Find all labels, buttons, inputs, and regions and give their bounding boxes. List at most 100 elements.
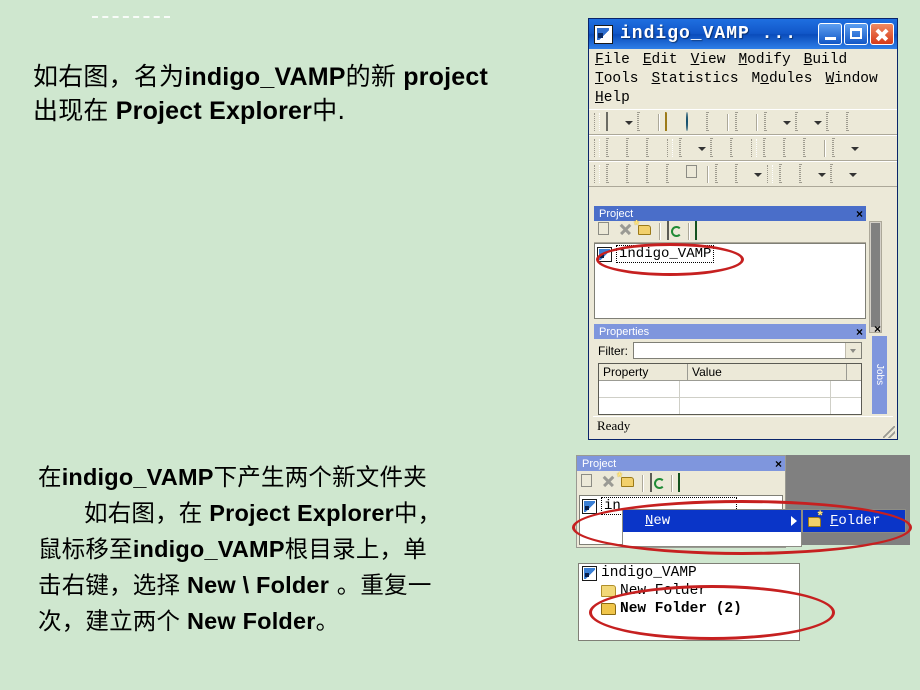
simulate-icon[interactable]	[624, 137, 643, 158]
table-row[interactable]	[599, 398, 861, 414]
tree-item-indigo-vamp[interactable]: indigo_VAMP	[595, 244, 865, 264]
submenu-item-folder[interactable]: Folder	[803, 509, 905, 532]
add-port-icon[interactable]	[644, 163, 663, 184]
toolbar-grip[interactable]	[667, 139, 673, 157]
new-item-icon[interactable]	[579, 474, 598, 493]
toolbar-separator	[688, 223, 690, 240]
menu-item-build[interactable]: Build	[804, 51, 848, 70]
menu-item-statistics[interactable]: Statistics	[652, 70, 739, 89]
copy-icon[interactable]	[844, 111, 863, 132]
tree-item-new-folder-2[interactable]: New Folder (2)	[579, 600, 799, 618]
cut-icon[interactable]	[824, 111, 843, 132]
redo-dropdown[interactable]	[813, 113, 823, 132]
toolbar-grip[interactable]	[751, 139, 757, 157]
context-menu-item-new[interactable]: New	[623, 510, 801, 532]
project-pane-scrollbar[interactable]	[869, 221, 882, 333]
undo-icon[interactable]	[762, 111, 781, 132]
minimize-icon[interactable]	[818, 23, 842, 45]
delete-icon[interactable]	[599, 474, 618, 493]
draw-line-icon[interactable]	[797, 163, 816, 184]
place-icon[interactable]	[713, 163, 732, 184]
report-dropdown[interactable]	[850, 139, 860, 158]
resize-grip[interactable]	[883, 426, 895, 438]
schematic-icon[interactable]	[604, 137, 623, 158]
menu-item-tools[interactable]: Tools	[595, 70, 639, 89]
add-cell-icon[interactable]	[604, 163, 623, 184]
open-folder-icon[interactable]	[664, 111, 683, 132]
library-icon[interactable]	[694, 221, 713, 241]
report-icon[interactable]	[830, 137, 849, 158]
menu-item-edit[interactable]: Edit	[643, 51, 678, 70]
filter-input[interactable]	[633, 342, 862, 359]
draw-poly-icon[interactable]	[828, 163, 847, 184]
maximize-icon[interactable]	[844, 23, 868, 45]
new-item-icon[interactable]	[596, 222, 615, 241]
new-folder-icon	[808, 509, 824, 529]
para2-l2-a: 如右图，在	[84, 499, 203, 527]
column-header-value: Value	[688, 364, 847, 380]
menu-item-help[interactable]: Help	[595, 89, 630, 108]
para1-line1-cjk-b: 的新	[345, 62, 397, 91]
run-icon[interactable]	[801, 137, 820, 158]
draw-line-dropdown[interactable]	[817, 165, 827, 184]
draw-circle-icon[interactable]	[777, 163, 796, 184]
menu-item-window[interactable]: Window	[825, 70, 877, 89]
table-row[interactable]	[599, 381, 861, 398]
step-back-icon[interactable]	[761, 137, 780, 158]
library-icon[interactable]	[677, 472, 696, 493]
toolbar-grip[interactable]	[594, 113, 600, 131]
save-icon[interactable]	[635, 111, 654, 132]
scrollbar-thumb[interactable]	[871, 223, 880, 327]
close-icon[interactable]	[870, 23, 894, 45]
globe-icon[interactable]	[684, 111, 703, 132]
refresh-icon[interactable]	[648, 472, 667, 493]
context-project-pane-close-icon[interactable]: ×	[775, 458, 782, 470]
toolbar-grip[interactable]	[767, 165, 773, 183]
filter-label: Filter:	[598, 343, 628, 358]
result-project-tree[interactable]: indigo_VAMP New Folder New Folder (2)	[578, 563, 800, 641]
step-forward-icon[interactable]	[781, 137, 800, 158]
menu-item-modify[interactable]: Modify	[738, 51, 790, 70]
redo-icon[interactable]	[793, 111, 812, 132]
sort-az-icon[interactable]	[708, 137, 727, 158]
new-file-icon[interactable]	[604, 111, 623, 132]
properties-pane-header[interactable]: Properties ×	[594, 324, 866, 339]
menu-item-view[interactable]: View	[691, 51, 726, 70]
add-instance-icon[interactable]	[664, 163, 683, 184]
context-project-pane-header[interactable]: Project ×	[577, 456, 785, 471]
jobs-tab-close-icon[interactable]: ×	[874, 322, 881, 336]
netlist-icon[interactable]	[644, 137, 663, 158]
project-pane-close-icon[interactable]: ×	[856, 208, 863, 220]
tree-item-new-folder[interactable]: New Folder	[579, 582, 799, 600]
jobs-side-tab[interactable]: Jobs	[872, 336, 887, 414]
new-folder-icon[interactable]	[619, 474, 638, 493]
route-dropdown[interactable]	[753, 165, 763, 184]
export-icon[interactable]	[704, 111, 723, 132]
draw-poly-dropdown[interactable]	[848, 165, 858, 184]
toolbar-grip[interactable]	[594, 139, 600, 157]
tree-item-indigo-vamp[interactable]: indigo_VAMP	[579, 564, 799, 582]
new-file-dropdown[interactable]	[624, 113, 634, 132]
route-icon[interactable]	[733, 163, 752, 184]
undo-dropdown[interactable]	[782, 113, 792, 132]
properties-icon[interactable]	[684, 165, 703, 184]
chevron-down-icon[interactable]	[845, 343, 861, 358]
sort-za-icon[interactable]	[728, 137, 747, 158]
new-folder-icon[interactable]	[636, 222, 655, 241]
project-tree[interactable]: indigo_VAMP	[594, 243, 866, 319]
properties-pane-close-icon[interactable]: ×	[856, 326, 863, 338]
para1-line1-word: project	[403, 63, 488, 91]
cell-spacer	[831, 381, 861, 397]
context-project-pane-title: Project	[582, 457, 617, 470]
chart-icon[interactable]	[677, 137, 696, 158]
project-pane-toolbar	[594, 221, 866, 243]
menu-item-modules[interactable]: Modules	[752, 70, 813, 89]
add-pin-icon[interactable]	[624, 163, 643, 184]
menu-item-file[interactable]: File	[595, 51, 630, 70]
delete-icon[interactable]	[616, 222, 635, 241]
refresh-icon[interactable]	[665, 221, 684, 241]
chart-dropdown[interactable]	[697, 139, 707, 158]
toolbar-grip[interactable]	[594, 165, 600, 183]
window-titlebar[interactable]: indigo_VAMP ...	[589, 19, 897, 49]
package-icon[interactable]	[733, 111, 752, 132]
